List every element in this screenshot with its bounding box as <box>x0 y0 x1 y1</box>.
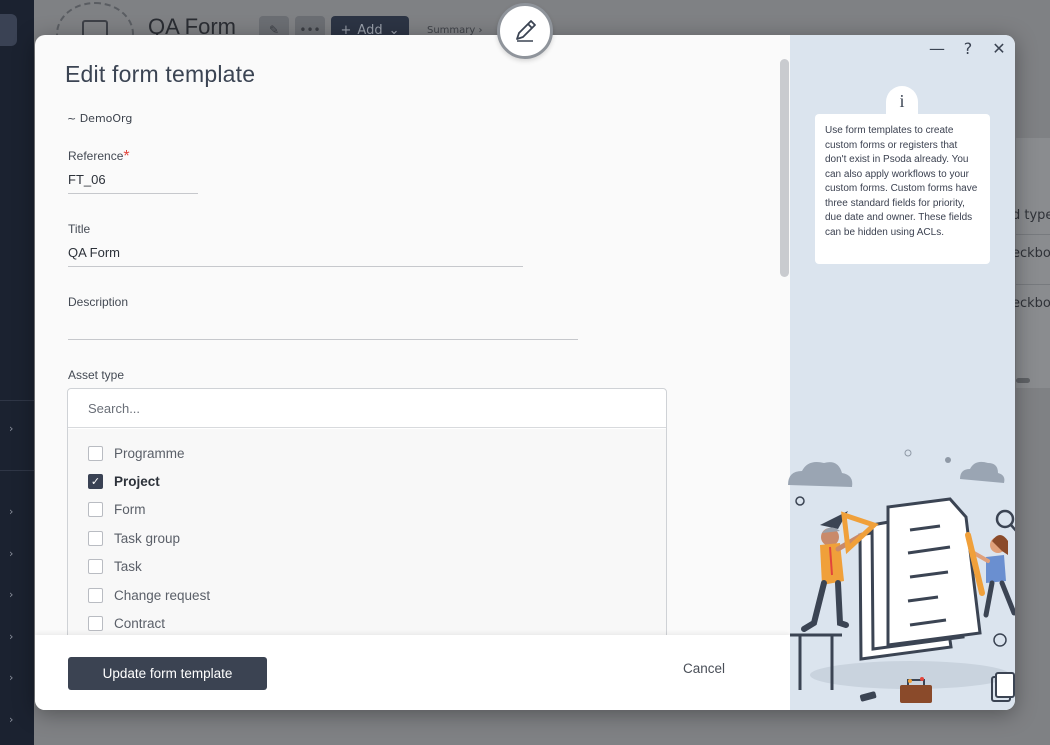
edit-form-template-dialog: Edit form template ~ DemoOrg Reference* … <box>35 35 1015 710</box>
description-input[interactable] <box>68 316 578 340</box>
asset-type-option[interactable]: Task group <box>88 528 180 548</box>
title-label: Title <box>68 222 91 236</box>
asset-type-option-label: Project <box>114 473 160 489</box>
checkbox[interactable] <box>88 615 103 631</box>
dialog-title: Edit form template <box>65 61 256 87</box>
asset-type-list: Programme ✓ Project Form Task group Task Chang… <box>68 429 666 635</box>
asset-type-search-input[interactable] <box>68 389 666 428</box>
dialog-footer: Update form template Cancel <box>35 635 790 710</box>
chevron-right-icon[interactable]: › <box>9 713 13 726</box>
asset-type-option-label: Form <box>114 502 146 518</box>
table-cell: eckbo <box>1012 296 1050 311</box>
edit-mode-badge <box>497 3 553 59</box>
background-table-card: d type eckbo eckbo <box>1012 138 1050 388</box>
asset-type-option-label: Task group <box>114 530 181 546</box>
scroll-thumb[interactable] <box>1016 378 1030 383</box>
chevron-right-icon[interactable]: › <box>9 547 13 560</box>
asset-type-option[interactable]: Contract <box>88 613 165 633</box>
checkbox[interactable] <box>88 445 103 461</box>
chevron-right-icon[interactable]: › <box>9 630 13 643</box>
asset-type-option-label: Task <box>114 559 142 575</box>
help-button[interactable]: ? <box>958 39 978 58</box>
help-side-panel: — ? ✕ i Use form templates to create cus… <box>788 35 1015 710</box>
close-button[interactable]: ✕ <box>989 39 1009 58</box>
chevron-right-icon[interactable]: › <box>9 588 13 601</box>
table-cell: eckbo <box>1012 246 1050 261</box>
checkbox[interactable] <box>88 530 103 546</box>
asset-type-option[interactable]: ✓ Project <box>88 471 160 491</box>
asset-type-label: Asset type <box>68 368 125 382</box>
info-text: Use form templates to create custom form… <box>815 114 990 264</box>
asset-type-selector: Programme ✓ Project Form Task group Task Chang… <box>67 388 667 635</box>
asset-type-option-label: Programme <box>114 445 185 461</box>
chevron-right-icon[interactable]: › <box>9 505 13 518</box>
documents-illustration <box>788 449 1015 703</box>
cancel-button[interactable]: Cancel <box>683 661 725 676</box>
reference-input[interactable] <box>68 170 198 194</box>
title-input[interactable] <box>68 243 523 267</box>
chevron-right-icon[interactable]: › <box>9 671 13 684</box>
checkbox[interactable] <box>88 587 103 603</box>
table-header-cell: d type <box>1012 208 1050 223</box>
organisation-label: ~ DemoOrg <box>67 112 133 125</box>
asset-type-option[interactable]: Programme <box>88 443 185 463</box>
checkbox[interactable] <box>88 559 103 575</box>
chevron-right-icon[interactable]: › <box>9 422 13 435</box>
asset-type-option[interactable]: Change request <box>88 585 210 605</box>
description-label: Description <box>68 295 129 309</box>
required-indicator: * <box>123 148 130 165</box>
minimize-button[interactable]: — <box>927 39 947 58</box>
asset-type-option-label: Contract <box>114 615 166 631</box>
app-sidebar: › › › › › › › <box>0 0 34 745</box>
asset-type-option[interactable]: Task <box>88 557 142 577</box>
asset-type-option-label: Change request <box>114 587 211 603</box>
pencil-icon <box>516 20 536 42</box>
info-icon: i <box>886 86 918 116</box>
form-scrollbar[interactable] <box>780 59 789 277</box>
update-form-template-button[interactable]: Update form template <box>68 657 267 690</box>
form-scroll-area[interactable]: Edit form template ~ DemoOrg Reference* … <box>35 35 790 635</box>
checkbox[interactable] <box>88 502 103 518</box>
reference-label: Reference* <box>68 148 130 165</box>
asset-type-option[interactable]: Form <box>88 500 146 520</box>
checkbox-checked[interactable]: ✓ <box>88 473 103 489</box>
sidebar-tab[interactable] <box>0 14 17 46</box>
